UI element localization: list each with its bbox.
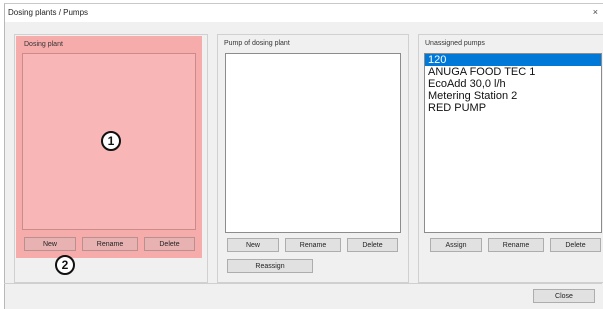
unassigned-pump-item[interactable]: EcoAdd 30,0 l/h [425, 78, 601, 90]
dosing-plant-title: Dosing plant [24, 41, 63, 48]
callout-1: 1 [101, 131, 121, 151]
unassigned-pumps-title: Unassigned pumps [425, 40, 485, 47]
dosing-plant-rename-button[interactable]: Rename [82, 237, 138, 251]
unassigned-pumps-list[interactable]: 120 ANUGA FOOD TEC 1 EcoAdd 30,0 l/h Met… [424, 53, 602, 233]
unassigned-pump-item[interactable]: 120 [425, 54, 601, 66]
pump-reassign-button[interactable]: Reassign [227, 259, 313, 273]
callout-2: 2 [55, 255, 75, 275]
assign-button[interactable]: Assign [430, 238, 482, 252]
unassigned-pump-item[interactable]: RED PUMP [425, 102, 601, 114]
title-bar: Dosing plants / Pumps × [5, 4, 603, 22]
dosing-plant-delete-button[interactable]: Delete [144, 237, 195, 251]
pump-new-button[interactable]: New [227, 238, 279, 252]
close-button[interactable]: Close [533, 289, 595, 303]
window-title: Dosing plants / Pumps [8, 8, 89, 17]
dosing-plant-new-button[interactable]: New [24, 237, 76, 251]
footer-divider [4, 283, 602, 284]
pump-delete-button[interactable]: Delete [347, 238, 398, 252]
unassigned-pump-item[interactable]: Metering Station 2 [425, 90, 601, 102]
pump-rename-button[interactable]: Rename [285, 238, 341, 252]
close-window-icon[interactable]: × [593, 8, 598, 17]
pump-of-dosing-plant-list[interactable] [225, 53, 401, 233]
unassigned-delete-button[interactable]: Delete [550, 238, 601, 252]
pump-of-dosing-plant-title: Pump of dosing plant [224, 40, 290, 47]
unassigned-pump-item[interactable]: ANUGA FOOD TEC 1 [425, 66, 601, 78]
unassigned-rename-button[interactable]: Rename [488, 238, 544, 252]
